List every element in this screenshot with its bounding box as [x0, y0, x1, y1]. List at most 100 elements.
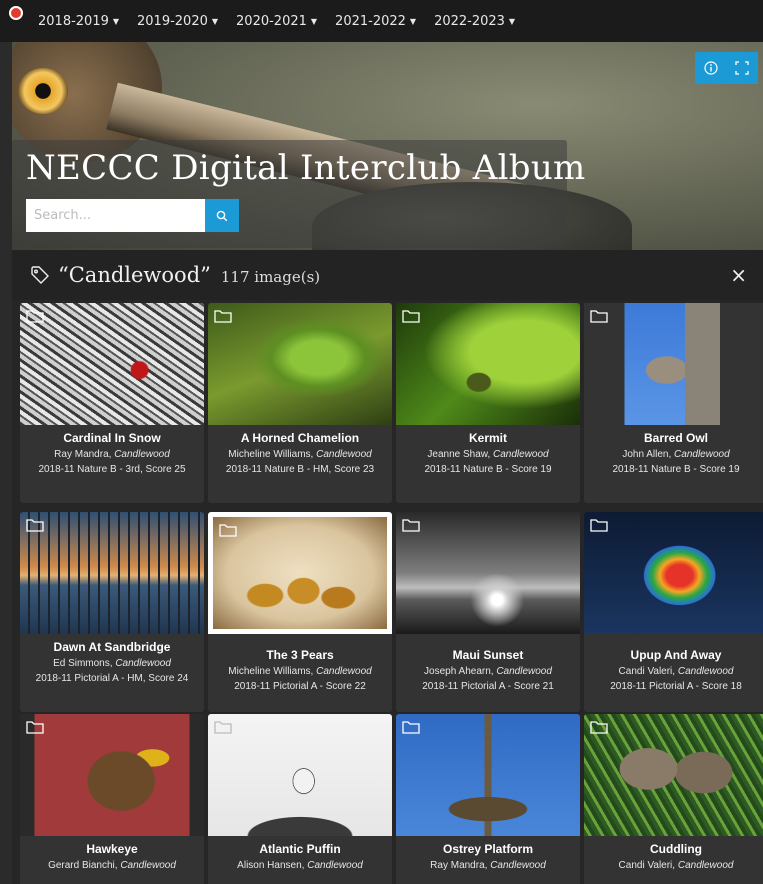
nav-year-label: 2021-2022 — [335, 13, 406, 29]
thumbnail-the-3-pears — [208, 512, 392, 634]
thumbnail-upup-and-away — [584, 512, 763, 634]
image-score: 2018-11 Nature B - Score 19 — [424, 464, 552, 475]
thumbnail-cuddling — [584, 714, 763, 836]
image-card[interactable]: Atlantic Puffin Alison Hansen, Candlewoo… — [208, 714, 392, 884]
image-author: Ray Mandra, Candlewood — [396, 860, 580, 871]
nav-year-2019-2020[interactable]: 2019-2020 ▼ — [137, 14, 218, 29]
red-circle-logo[interactable] — [9, 6, 23, 20]
fullscreen-icon — [734, 61, 749, 75]
image-card[interactable]: Barred Owl John Allen, Candlewood 2018-1… — [584, 303, 763, 503]
thumbnail-barred-owl — [584, 303, 763, 425]
author-name: Ray Mandra, — [54, 449, 112, 460]
image-title: The 3 Pears — [266, 648, 334, 662]
top-nav: 2018-2019 ▼ 2019-2020 ▼ 2020-2021 ▼ 2021-20… — [0, 0, 763, 42]
image-author: Micheline Williams, Candlewood — [208, 449, 392, 460]
nav-year-2018-2019[interactable]: 2018-2019 ▼ — [38, 14, 119, 29]
page-title: NECCC Digital Interclub Album — [26, 148, 586, 188]
image-author: Micheline Williams, Candlewood — [208, 666, 392, 677]
info-icon — [703, 61, 718, 75]
club-name: Candlewood — [496, 666, 552, 677]
image-card[interactable]: Cuddling Candi Valeri, Candlewood — [584, 714, 763, 884]
thumbnail-atlantic-puffin — [208, 714, 392, 836]
folder-icon — [214, 720, 232, 734]
caret-down-icon: ▼ — [310, 16, 318, 26]
folder-icon — [590, 309, 608, 323]
image-card[interactable]: Ostrey Platform Ray Mandra, Candlewood — [396, 714, 580, 884]
card-caption: Hawkeye Gerard Bianchi, Candlewood — [20, 838, 204, 871]
club-name: Candlewood — [114, 449, 170, 460]
image-card[interactable]: Cardinal In Snow Ray Mandra, Candlewood … — [20, 303, 204, 503]
folder-icon — [402, 309, 420, 323]
nav-year-label: 2020-2021 — [236, 13, 307, 29]
nav-year-label: 2019-2020 — [137, 13, 208, 29]
card-caption: Dawn At Sandbridge Ed Simmons, Candlewoo… — [20, 636, 204, 685]
search-input[interactable] — [26, 199, 205, 232]
folder-icon — [219, 523, 237, 537]
author-name: Ed Simmons, — [53, 658, 113, 669]
author-name: Alison Hansen, — [237, 860, 305, 871]
thumbnail-maui-sunset — [396, 512, 580, 634]
image-score: 2018-11 Nature B - Score 19 — [612, 464, 740, 475]
image-author: Candi Valeri, Candlewood — [584, 860, 763, 871]
image-score: 2018-11 Nature B - HM, Score 23 — [225, 464, 375, 475]
tag-name: “Candlewood” — [58, 263, 211, 287]
image-score: 2018-11 Nature B - 3rd, Score 25 — [38, 464, 186, 475]
folder-icon — [590, 518, 608, 532]
image-title: Ostrey Platform — [442, 842, 534, 856]
club-name: Candlewood — [677, 860, 734, 871]
thumbnail-ostrey-platform — [396, 714, 580, 836]
image-card[interactable]: Hawkeye Gerard Bianchi, Candlewood — [20, 714, 204, 884]
author-name: Jeanne Shaw, — [427, 449, 491, 460]
close-button[interactable]: × — [730, 263, 747, 287]
image-author: Ed Simmons, Candlewood — [20, 658, 204, 669]
folder-icon — [402, 518, 420, 532]
image-author: Joseph Ahearn, Candlewood — [396, 666, 580, 677]
tag-icon — [30, 265, 50, 285]
club-name: Candlewood — [677, 666, 734, 677]
author-name: Ray Mandra, — [430, 860, 488, 871]
caret-down-icon: ▼ — [508, 16, 516, 26]
image-card[interactable]: A Horned Chamelion Micheline Williams, C… — [208, 303, 392, 503]
image-score: 2018-11 Pictorial A - Score 21 — [422, 681, 554, 692]
image-card[interactable]: Kermit Jeanne Shaw, Candlewood 2018-11 N… — [396, 303, 580, 503]
fullscreen-button[interactable] — [726, 52, 757, 84]
folder-icon — [26, 309, 44, 323]
image-score: 2018-11 Pictorial A - HM, Score 24 — [35, 673, 189, 684]
image-title: Cardinal In Snow — [63, 431, 161, 445]
nav-year-2020-2021[interactable]: 2020-2021 ▼ — [236, 14, 317, 29]
image-count: 117 image(s) — [220, 267, 321, 286]
club-name: Candlewood — [674, 449, 730, 460]
thumbnail-kermit — [396, 303, 580, 425]
image-card[interactable]: Dawn At Sandbridge Ed Simmons, Candlewoo… — [20, 512, 204, 712]
image-author: John Allen, Candlewood — [584, 449, 763, 460]
caret-down-icon: ▼ — [112, 16, 120, 26]
author-name: Gerard Bianchi, — [48, 860, 118, 871]
author-name: Joseph Ahearn, — [424, 666, 494, 677]
image-card[interactable]: Maui Sunset Joseph Ahearn, Candlewood 20… — [396, 512, 580, 712]
image-score: 2018-11 Pictorial A - Score 22 — [234, 681, 366, 692]
info-button[interactable] — [695, 52, 726, 84]
search-button[interactable] — [205, 199, 239, 232]
club-name: Candlewood — [316, 449, 372, 460]
folder-icon — [214, 309, 232, 323]
card-caption: Maui Sunset Joseph Ahearn, Candlewood 20… — [396, 644, 580, 693]
author-name: Micheline Williams, — [228, 666, 314, 677]
image-title: Barred Owl — [643, 431, 709, 445]
thumbnail-hawkeye — [20, 714, 204, 836]
card-caption: Barred Owl John Allen, Candlewood 2018-1… — [584, 427, 763, 476]
card-caption: Ostrey Platform Ray Mandra, Candlewood — [396, 838, 580, 871]
caret-down-icon: ▼ — [409, 16, 417, 26]
image-title: Maui Sunset — [452, 648, 524, 662]
image-card[interactable]: Upup And Away Candi Valeri, Candlewood 2… — [584, 512, 763, 712]
card-caption: The 3 Pears Micheline Williams, Candlewo… — [208, 644, 392, 693]
image-title: A Horned Chamelion — [240, 431, 360, 445]
hero-button-group — [695, 52, 758, 84]
nav-year-2021-2022[interactable]: 2021-2022 ▼ — [335, 14, 416, 29]
author-name: Candi Valeri, — [618, 666, 676, 677]
nav-year-2022-2023[interactable]: 2022-2023 ▼ — [434, 14, 515, 29]
tag-header: “Candlewood” 117 image(s) × — [12, 250, 763, 300]
club-name: Candlewood — [120, 860, 176, 871]
author-name: John Allen, — [622, 449, 672, 460]
image-card[interactable]: The 3 Pears Micheline Williams, Candlewo… — [208, 512, 392, 712]
caret-down-icon: ▼ — [211, 16, 219, 26]
